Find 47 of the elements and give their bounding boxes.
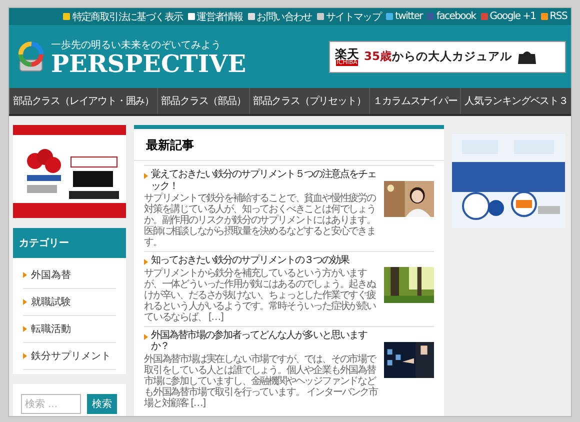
link-icon (480, 13, 488, 20)
top-link[interactable]: RSS (540, 11, 567, 22)
nav-item[interactable]: 部品クラス（プリセット） (248, 88, 369, 114)
top-link[interactable]: サイトマップ (316, 10, 382, 24)
banner-text: 35歳からの大人カジュアル (364, 49, 512, 64)
article-title[interactable]: 知っておきたい鉄分のサプリメントの３つの効果 (151, 255, 349, 266)
link-icon (386, 13, 394, 20)
category-link[interactable]: 外国為替 (31, 268, 71, 282)
link-icon (427, 13, 434, 20)
article-excerpt: サプリメントで鉄分を補給することで、貧血や慢性疲労の対策を講じている人が、知っておくべきことは何でしょうか。副作用のリスクが鉄分のサプリメントにはあります。医師に相談しながら摂取量を決めるなどすると安心できます。 (144, 193, 377, 248)
arrow-icon (144, 334, 148, 340)
arrow-icon (23, 272, 27, 278)
article-excerpt: 外国為替市場は実在しない市場ですが、では、その市場で取引をしている人とは誰でしょう。個人や企業も外国為替市場に参加していますし、金融機関やヘッジファンドなども外国為替市場で取引を行っています。 インターバンク市場と対顧客 […] (144, 354, 379, 408)
logo-icon (17, 40, 45, 72)
arrow-icon (23, 326, 27, 332)
section-title: 最新記事 (134, 129, 444, 161)
arrow-icon (23, 353, 27, 359)
nav-item[interactable]: １カラムスナイパー (368, 88, 460, 114)
arrow-icon (144, 173, 148, 179)
top-link[interactable]: twitter (386, 11, 422, 22)
top-link[interactable]: Google +1 (480, 11, 536, 22)
search-button[interactable]: 検索 (87, 394, 117, 414)
article-excerpt: サプリメントから鉄分を補充しているという方がいますが、一体どういった作用が鉄にはあるのでしょう。起きぬけが辛い、だるさが抜けない、ちょっとした作業ですぐ疲れるという人がいるようです。常時そういった症状が続いているならば、 […] (144, 268, 377, 322)
article-title[interactable]: 覚えておきたい鉄分のサプリメント５つの注意点をチェック！ (151, 169, 381, 192)
top-link[interactable]: facebook (427, 11, 476, 22)
top-link[interactable]: お問い合わせ (248, 10, 312, 24)
nav-item[interactable]: 部品クラス（部品） (157, 88, 249, 114)
category-link[interactable]: 鉄分サプリメント (31, 349, 111, 363)
link-icon (540, 13, 548, 20)
top-link[interactable]: 運営者情報 (188, 10, 243, 24)
nav-item[interactable]: 人気ランキングベスト３ (460, 88, 571, 114)
article-title[interactable]: 外国為替市場の参加者ってどんな人が多いと思いますか？ (151, 330, 381, 352)
site-logo[interactable]: PERSPECTIVE (51, 52, 246, 76)
link-icon (63, 13, 70, 20)
site-tagline: 一歩先の明るい未来をのぞいてみよう (51, 38, 222, 52)
arrow-icon (23, 299, 27, 305)
arrow-icon (144, 259, 148, 265)
category-link[interactable]: 就職試験 (31, 295, 71, 309)
widget-title: カテゴリー (13, 228, 126, 258)
search-field[interactable]: 検索 … (21, 394, 81, 414)
bag-icon (517, 48, 538, 64)
top-link[interactable]: 特定商取引法に基づく表示 (63, 10, 183, 24)
link-icon (248, 13, 255, 20)
link-icon (316, 13, 324, 20)
category-link[interactable]: 転職活動 (31, 322, 71, 336)
link-icon (188, 13, 195, 20)
nav-item[interactable]: 部品クラス（レイアウト・囲み） (9, 88, 158, 114)
